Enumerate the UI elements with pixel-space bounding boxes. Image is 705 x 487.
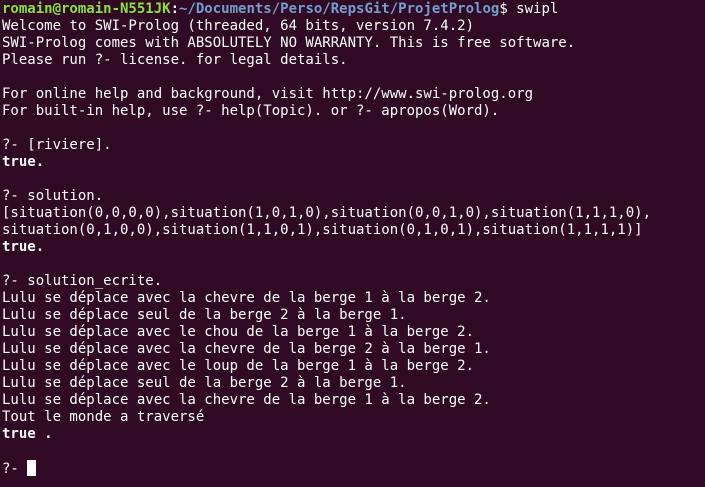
- shell-prompt-line: romain@romain-N551JK:~/Documents/Perso/R…: [2, 1, 705, 18]
- prompt-user-host: romain@romain-N551JK: [2, 1, 171, 17]
- prompt-dollar: $: [499, 1, 517, 17]
- banner-line: SWI-Prolog comes with ABSOLUTELY NO WARR…: [2, 35, 576, 51]
- banner-line: For built-in help, use ?- help(Topic). o…: [2, 103, 500, 119]
- text-cursor[interactable]: [27, 460, 37, 476]
- output-line: Lulu se déplace avec la chevre de la ber…: [2, 341, 491, 357]
- output-line: Lulu se déplace avec la chevre de la ber…: [2, 392, 491, 408]
- query-result: true.: [2, 154, 45, 170]
- banner-line: For online help and background, visit ht…: [2, 86, 534, 102]
- terminal-window[interactable]: romain@romain-N551JK:~/Documents/Perso/R…: [0, 0, 705, 487]
- prompt-colon: :: [170, 1, 180, 17]
- result-dot: .: [35, 426, 53, 442]
- output-line: [situation(0,0,0,0),situation(1,0,1,0),s…: [2, 205, 652, 221]
- output-line: Lulu se déplace avec le loup de la berge…: [2, 358, 475, 374]
- prompt-path: ~/Documents/Perso/RepsGit/ProjetProlog: [179, 1, 500, 17]
- banner-line: [2, 69, 705, 86]
- query-prompt: ?- [riviere].: [2, 137, 112, 153]
- output-line: Lulu se déplace avec le chou de la berge…: [2, 324, 475, 340]
- output-line: Lulu se déplace seul de la berge 2 à la …: [2, 307, 407, 323]
- output-line: Lulu se déplace seul de la berge 2 à la …: [2, 375, 407, 391]
- output-line: Lulu se déplace avec la chevre de la ber…: [2, 290, 491, 306]
- result-true: true: [2, 426, 36, 442]
- query-prompt: ?- solution_ecrite.: [2, 273, 163, 289]
- current-prompt: ?-: [2, 461, 28, 477]
- banner-line: Please run ?- license. for legal details…: [2, 52, 348, 68]
- query-result: true .: [2, 426, 705, 443]
- output-line: Tout le monde a traversé: [2, 409, 205, 425]
- current-prompt-line[interactable]: ?-: [2, 460, 705, 477]
- banner-line: Welcome to SWI-Prolog (threaded, 64 bits…: [2, 18, 475, 34]
- shell-command: swipl: [516, 1, 559, 17]
- query-result: true.: [2, 239, 45, 255]
- query-prompt: ?- solution.: [2, 188, 104, 204]
- output-line: situation(0,1,0,0),situation(1,1,0,1),si…: [2, 222, 643, 238]
